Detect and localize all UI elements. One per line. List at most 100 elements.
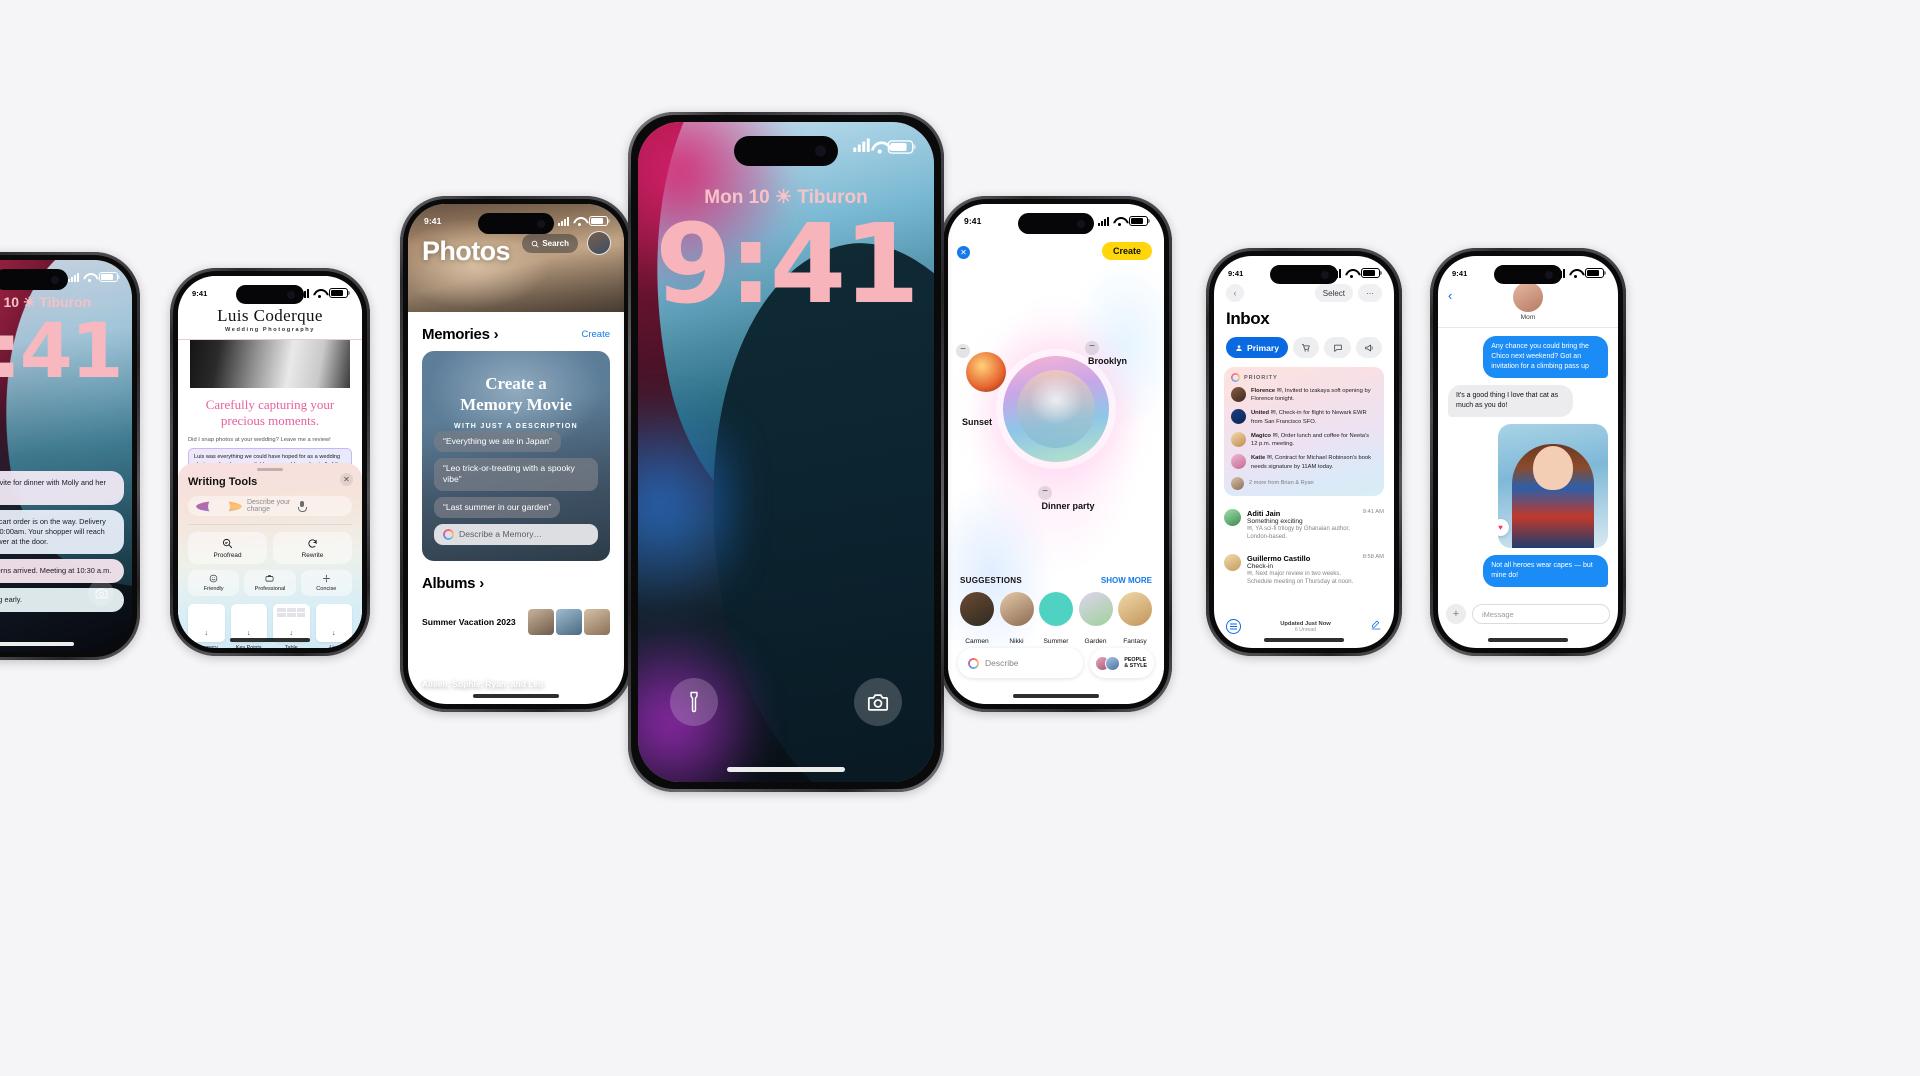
tab-primary[interactable]: Primary — [1226, 337, 1289, 358]
album-label: Summer Vacation 2023 — [422, 616, 516, 627]
phone-screen: Luis Coderque Wedding Photography Carefu… — [178, 276, 362, 648]
remove-sunset-button[interactable]: − — [956, 344, 970, 358]
dinner-party-label: Dinner party — [1041, 501, 1095, 511]
lock-time: 9:41 — [655, 200, 920, 328]
message-bubble-outgoing[interactable]: Any chance you could bring the Chico nex… — [1483, 336, 1608, 378]
more-from-row[interactable]: 2 more from Brian & Ryan — [1231, 476, 1377, 490]
notification-card[interactable]: Marina Summer interns arrived. Meeting a… — [0, 558, 124, 583]
wifi-icon — [871, 141, 887, 154]
albums-title: Albums › — [422, 575, 610, 592]
filter-button[interactable] — [1226, 619, 1241, 634]
back-button[interactable]: ‹ — [1226, 284, 1244, 302]
tab-updates[interactable] — [1324, 337, 1351, 358]
dynamic-island — [478, 213, 554, 234]
table-card[interactable]: ↓ — [273, 604, 310, 642]
notification-card[interactable]: Instacart Your Instacart order is on the… — [0, 509, 124, 554]
format-cards: ↓ ↓ ↓ ↓ — [188, 604, 352, 642]
select-button[interactable]: Select — [1314, 284, 1353, 302]
suggestion-label: Garden — [1084, 638, 1107, 645]
attach-button[interactable]: + — [1446, 604, 1466, 624]
proofread-button[interactable]: Proofread — [188, 532, 267, 564]
phone-image-playground: 9:41 ✕ Create − Brooklyn − Sunset − Dinn… — [940, 196, 1172, 712]
suggestion-garden[interactable]: Garden — [1077, 592, 1115, 648]
suggestion-nikki[interactable]: Nikki — [998, 592, 1036, 648]
wifi-icon — [313, 289, 325, 298]
concise-button[interactable]: Concise — [300, 570, 352, 596]
memory-chip[interactable]: “Last summer in our garden” — [434, 496, 561, 518]
suggestion-label: Summer — [1043, 638, 1069, 645]
imessage-input[interactable]: iMessage — [1472, 604, 1610, 624]
flashlight-button[interactable] — [670, 678, 718, 726]
friendly-button[interactable]: Friendly — [188, 570, 240, 596]
close-button[interactable]: ✕ — [340, 473, 353, 486]
more-button[interactable]: ··· — [1358, 284, 1382, 302]
compose-icon — [1371, 620, 1381, 630]
suggestion-label: Fantasy — [1123, 638, 1147, 645]
show-more-button[interactable]: SHOW MORE — [1101, 576, 1152, 585]
describe-input[interactable]: Describe — [958, 648, 1084, 678]
search-button[interactable]: Search — [522, 234, 578, 253]
site-headline: Carefully capturing your precious moment… — [205, 397, 335, 429]
phone-screen: Mon 10 ☀ Tiburon 9:41 Notifications Isab… — [0, 260, 132, 652]
suggestion-fantasy[interactable]: Fantasy — [1116, 592, 1154, 648]
apple-intelligence-icon — [1231, 373, 1240, 382]
suggestions-title: SUGGESTIONS — [960, 576, 1022, 585]
brand-name: Luis Coderque — [217, 306, 323, 325]
message-bubble-outgoing[interactable]: Not all heroes wear capes — but mine do! — [1483, 554, 1608, 587]
briefcase-icon — [266, 575, 274, 582]
describe-change-placeholder: Describe your change — [247, 499, 291, 513]
back-button[interactable]: ‹ — [1448, 288, 1452, 303]
close-button[interactable]: ✕ — [957, 246, 970, 259]
camera-button[interactable] — [854, 678, 902, 726]
summary-card[interactable]: ↓ — [188, 604, 225, 642]
suggestion-carmen[interactable]: Carmen — [958, 592, 996, 648]
suggestion-summer[interactable]: Summer — [1037, 592, 1075, 648]
sunset-concept-bubble[interactable] — [966, 352, 1006, 392]
priority-item[interactable]: Magico ✉, Order lunch and coffee for Nee… — [1231, 431, 1377, 448]
avatar[interactable] — [587, 231, 611, 255]
contact-name: Mom — [1520, 314, 1536, 321]
phone-photos: Photos Aileen, Sophie, Ryan, and Leo Sea… — [400, 196, 632, 712]
memory-chip[interactable]: “Leo trick-or-treating with a spooky vib… — [434, 458, 598, 491]
message-bubble-incoming[interactable]: It's a good thing I love that cat as muc… — [1448, 384, 1573, 417]
memory-movie-card[interactable]: Create a Memory Movie WITH JUST A DESCRI… — [422, 351, 610, 561]
tab-transactions[interactable] — [1293, 337, 1320, 358]
album-row[interactable]: Summer Vacation 2023 — [422, 604, 610, 640]
key-points-card[interactable]: ↓ — [230, 604, 267, 642]
memories-section-header: Memories › Create — [408, 312, 624, 351]
contact-avatar[interactable] — [1513, 282, 1543, 312]
priority-item[interactable]: Florence ✉, Invited to izakaya soft open… — [1231, 387, 1377, 403]
playground-bottom-bar: Describe PEOPLE & STYLE — [958, 648, 1154, 678]
arrow-down-icon: ↓ — [247, 630, 251, 637]
memory-chip[interactable]: “Everything we ate in Japan” — [434, 431, 561, 453]
mail-row[interactable]: Aditi Jain Something exciting ✉, YA sci-… — [1224, 503, 1384, 548]
generated-image-preview[interactable] — [1003, 356, 1109, 462]
priority-item[interactable]: United ✉, Check-in for flight to Newark … — [1231, 409, 1377, 425]
camera-icon — [95, 588, 107, 598]
mail-row[interactable]: Guillermo Castillo Check-in ✉, Next majo… — [1224, 548, 1384, 593]
people-and-style-button[interactable]: PEOPLE & STYLE — [1090, 648, 1154, 678]
professional-button[interactable]: Professional — [244, 570, 296, 596]
tab-promotions[interactable] — [1355, 337, 1382, 358]
genmoji-image[interactable]: ♥ — [1498, 423, 1608, 548]
remove-dinner-party-button[interactable]: − — [1038, 486, 1052, 500]
heart-reaction-icon[interactable]: ♥ — [1498, 518, 1509, 536]
phone-lock-screen-left: Mon 10 ☀ Tiburon 9:41 Notifications Isab… — [0, 252, 140, 660]
rewrite-button[interactable]: Rewrite — [273, 532, 352, 564]
remove-brooklyn-button[interactable]: − — [1085, 341, 1099, 355]
compose-button[interactable] — [1370, 619, 1382, 634]
create-memory-button[interactable]: Create — [581, 329, 610, 340]
brooklyn-label: Brooklyn — [1088, 356, 1128, 366]
describe-memory-input[interactable]: Describe a Memory… — [434, 523, 598, 545]
microphone-icon[interactable] — [298, 500, 344, 512]
priority-sender: Magico — [1251, 432, 1271, 439]
describe-change-input[interactable]: Describe your change — [188, 496, 352, 516]
create-button[interactable]: Create — [1101, 242, 1152, 260]
sheet-grabber[interactable] — [257, 468, 283, 471]
priority-item[interactable]: Katie ✉, Contract for Michael Robinson's… — [1231, 454, 1377, 470]
camera-button[interactable] — [88, 580, 114, 606]
style-label-line1: PEOPLE — [1124, 656, 1147, 663]
notification-card[interactable]: Isabella Lamarre Invite for dinner with … — [0, 471, 124, 505]
list-card[interactable]: ↓ — [315, 604, 352, 642]
phone-hero-lock-screen: Mon 10 ☀ Tiburon 9:41 — [628, 112, 944, 792]
